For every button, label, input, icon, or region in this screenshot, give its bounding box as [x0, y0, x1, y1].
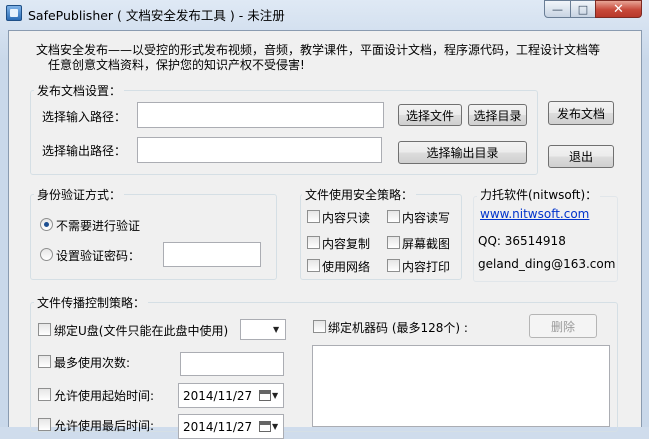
- close-button[interactable]: ✕: [595, 0, 642, 18]
- max-uses-checkbox[interactable]: [38, 355, 51, 368]
- network-checkbox[interactable]: [307, 259, 320, 272]
- screenshot-label: 屏幕截图: [402, 237, 451, 251]
- email-text: geland_ding@163.com: [478, 257, 616, 271]
- publish-button[interactable]: 发布文档: [548, 101, 614, 125]
- readwrite-checkbox[interactable]: [387, 210, 400, 223]
- udisk-dropdown[interactable]: ▼: [240, 319, 286, 340]
- network-label: 使用网络: [322, 260, 371, 274]
- output-path-field[interactable]: [137, 137, 382, 163]
- readonly-checkbox[interactable]: [307, 210, 320, 223]
- select-dir-button[interactable]: 选择目录: [468, 104, 527, 126]
- exit-button[interactable]: 退出: [548, 145, 614, 168]
- intro-line-2: 任意创意文档资料，保护您的知识产权不受侵害!: [48, 58, 305, 72]
- max-uses-field[interactable]: [180, 352, 284, 376]
- start-date-value: 2014/11/27: [183, 389, 253, 403]
- select-file-button[interactable]: 选择文件: [398, 104, 462, 126]
- bind-machine-label: 绑定机器码 (最多128个) :: [328, 321, 468, 335]
- password-field[interactable]: [163, 242, 261, 267]
- bind-udisk-label: 绑定U盘(文件只能在此盘中使用): [54, 324, 229, 338]
- chevron-down-icon: ▼: [272, 391, 279, 400]
- readonly-label: 内容只读: [322, 211, 371, 225]
- screenshot-checkbox[interactable]: [387, 236, 400, 249]
- delete-button[interactable]: 删除: [529, 314, 597, 338]
- security-policy-label: 文件使用安全策略：: [302, 186, 417, 203]
- qq-text: QQ: 36514918: [478, 234, 566, 248]
- maximize-button[interactable]: □: [570, 0, 596, 18]
- auth-group-label: 身份验证方式：: [34, 186, 125, 203]
- set-password-label: 设置验证密码：: [56, 249, 141, 263]
- output-path-label: 选择输出路径：: [42, 144, 127, 158]
- company-name: 力托软件(nitwsoft)：: [477, 186, 601, 203]
- print-checkbox[interactable]: [387, 259, 400, 272]
- title-bar[interactable]: SafePublisher ( 文档安全发布工具 ) - 未注册 — □ ✕: [0, 0, 649, 26]
- machine-code-list[interactable]: [312, 345, 610, 427]
- copy-label: 内容复制: [322, 237, 371, 251]
- minimize-button[interactable]: —: [544, 0, 571, 18]
- start-date-picker[interactable]: 2014/11/27 ▼: [178, 383, 284, 408]
- select-output-dir-button[interactable]: 选择输出目录: [398, 141, 527, 164]
- input-path-label: 选择输入路径：: [42, 110, 127, 124]
- start-time-checkbox[interactable]: [38, 388, 51, 401]
- publish-settings-label: 发布文档设置：: [34, 82, 125, 99]
- max-uses-label: 最多使用次数:: [54, 356, 131, 370]
- input-path-field[interactable]: [137, 102, 384, 128]
- window-title: SafePublisher ( 文档安全发布工具 ) - 未注册: [28, 8, 285, 23]
- chevron-down-icon: ▼: [273, 325, 280, 334]
- print-label: 内容打印: [402, 260, 451, 274]
- copy-checkbox[interactable]: [307, 236, 320, 249]
- no-auth-label: 不需要进行验证: [56, 219, 141, 233]
- auth-group: [30, 194, 277, 280]
- spread-control-label: 文件传播控制策略：: [34, 294, 149, 311]
- bind-udisk-checkbox[interactable]: [38, 323, 51, 336]
- start-time-label: 允许使用起始时间:: [54, 389, 155, 403]
- app-icon: [6, 5, 22, 21]
- website-link[interactable]: www.nitwsoft.com: [480, 207, 589, 221]
- end-time-checkbox[interactable]: [38, 418, 51, 431]
- bind-machine-checkbox[interactable]: [313, 320, 326, 333]
- calendar-icon: [259, 390, 271, 401]
- readwrite-label: 内容读写: [402, 211, 451, 225]
- set-password-radio[interactable]: [40, 248, 53, 261]
- no-auth-radio[interactable]: [40, 218, 53, 231]
- end-date-value: 2014/11/27: [183, 420, 253, 434]
- end-time-label: 允许使用最后时间:: [54, 419, 155, 433]
